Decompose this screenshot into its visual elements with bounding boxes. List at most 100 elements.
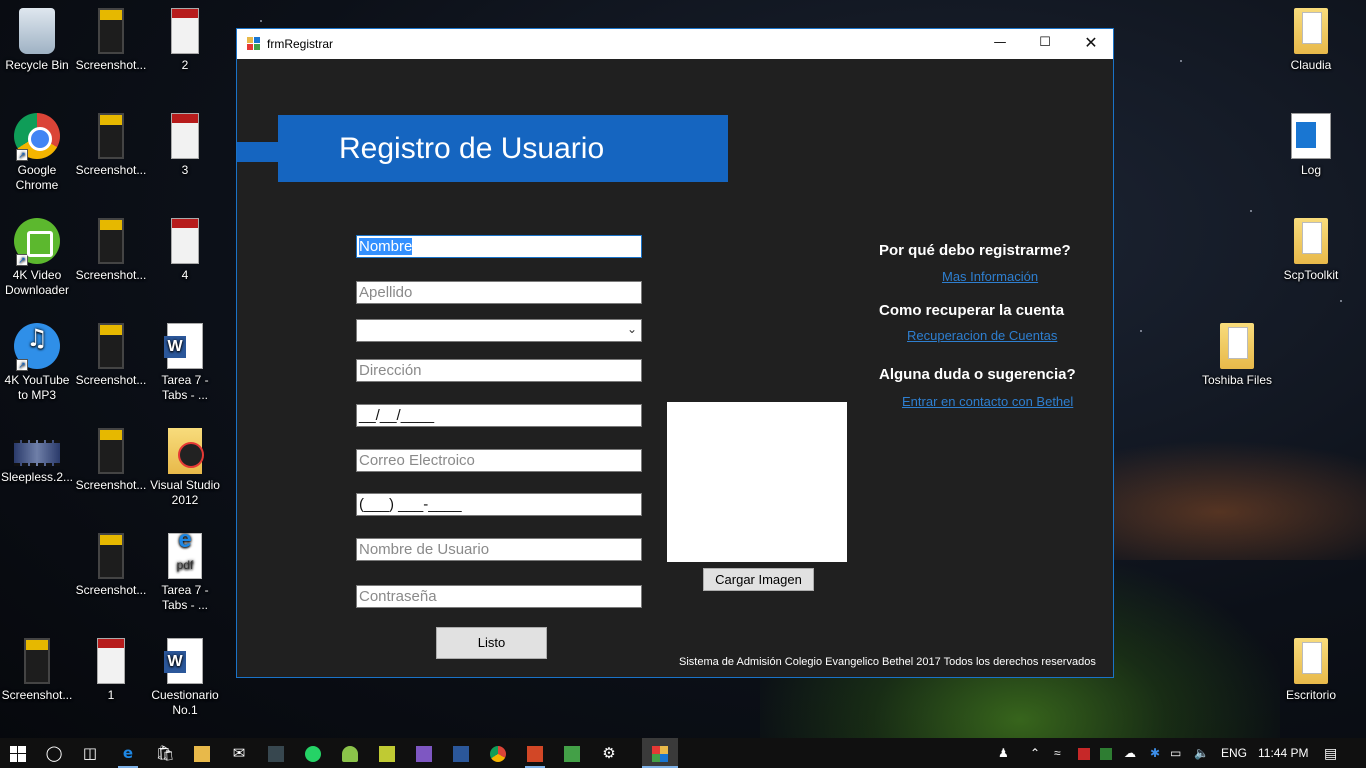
profile-image-box [667, 402, 847, 562]
desktop-icon-screenshot-3[interactable]: Screenshot... [74, 218, 148, 283]
direccion-field[interactable]: Dirección [356, 359, 642, 382]
listo-button[interactable]: Listo [436, 627, 547, 659]
contrasena-field[interactable]: Contraseña [356, 585, 642, 608]
fecha-masked-field[interactable]: __/__/____ [356, 404, 642, 427]
action-center-icon[interactable]: ▤ [1324, 738, 1337, 768]
shield-icon[interactable] [1100, 738, 1112, 768]
contact-bethel-link[interactable]: Entrar en contacto con Bethel [902, 394, 1073, 409]
android-taskbar-icon[interactable] [332, 738, 368, 768]
red-document-icon [97, 638, 125, 684]
desktop-icon-2[interactable]: 2 [148, 8, 222, 73]
start-button[interactable] [0, 738, 36, 768]
whatsapp-taskbar-icon[interactable] [295, 738, 331, 768]
volume-muted-icon[interactable]: 🔈 [1194, 738, 1209, 768]
edge-taskbar-icon[interactable]: e [110, 738, 146, 768]
video-file-icon [14, 440, 60, 466]
desktop-icon-claudia[interactable]: Claudia [1274, 8, 1348, 73]
phone-screenshot-icon [98, 218, 124, 264]
more-info-link[interactable]: Mas Información [942, 269, 1038, 284]
phone-screenshot-icon [98, 428, 124, 474]
footer-copyright: Sistema de Admisión Colegio Evangelico B… [679, 656, 1096, 668]
desktop-icon-4k-video-downloader[interactable]: ↗ 4K Video Downloader [0, 218, 74, 298]
file-manager-taskbar-icon[interactable] [369, 738, 405, 768]
selection-combobox[interactable]: ⌄ [356, 319, 642, 342]
questions-heading: Alguna duda o sugerencia? [879, 366, 1076, 383]
desktop-icon-screenshot-7[interactable]: Screenshot... [0, 638, 74, 703]
desktop-icon-screenshot-1[interactable]: Screenshot... [74, 8, 148, 73]
desktop-icon-recycle-bin[interactable]: Recycle Bin [0, 8, 74, 73]
frmregistrar-taskbar-icon[interactable] [642, 738, 678, 768]
language-indicator[interactable]: ENG [1221, 738, 1247, 768]
why-register-heading: Por qué debo registrarme? [879, 242, 1071, 259]
settings-gear-icon[interactable]: ⚙ [591, 738, 627, 768]
wifi-icon[interactable]: ≈ [1054, 738, 1061, 768]
red-document-icon [171, 8, 199, 54]
recover-account-heading: Como recuperar la cuenta [879, 302, 1065, 319]
terminal-taskbar-icon[interactable] [258, 738, 294, 768]
phone-screenshot-icon [98, 8, 124, 54]
desktop-icon-screenshot-6[interactable]: Screenshot... [74, 533, 148, 598]
cargar-imagen-button[interactable]: Cargar Imagen [703, 568, 814, 591]
battery-icon[interactable]: ▭ [1170, 738, 1181, 768]
desktop-icon-google-chrome[interactable]: ↗ Google Chrome [0, 113, 74, 193]
word-taskbar-icon[interactable] [443, 738, 479, 768]
desktop-icon-screenshot-2[interactable]: Screenshot... [74, 113, 148, 178]
desktop-icon-1[interactable]: 1 [74, 638, 148, 703]
close-button[interactable]: ✕ [1068, 29, 1114, 59]
store-taskbar-icon[interactable]: 🛍 [147, 738, 183, 768]
recycle-bin-icon [19, 8, 55, 54]
antivirus-icon[interactable] [1078, 738, 1090, 768]
desktop-icon-4k-youtube-mp3[interactable]: ↗ 4K YouTube to MP3 [0, 323, 74, 403]
window-title: frmRegistrar [267, 37, 334, 51]
mail-taskbar-icon[interactable]: ✉ [221, 738, 257, 768]
desktop-icon-3[interactable]: 3 [148, 113, 222, 178]
chevron-up-icon[interactable]: ⌃ [1030, 738, 1040, 768]
desktop-icon-log[interactable]: Log [1274, 113, 1348, 178]
desktop-icon-cuestionario[interactable]: Cuestionario No.1 [148, 638, 222, 718]
minimize-button[interactable]: — [977, 29, 1023, 59]
usuario-field[interactable]: Nombre de Usuario [356, 538, 642, 561]
folder-icon [1294, 218, 1328, 264]
word-document-icon [164, 323, 203, 369]
powerpoint-taskbar-icon[interactable] [517, 738, 553, 768]
clock-time[interactable]: 11:44 PM [1258, 738, 1308, 768]
telefono-masked-field[interactable]: (___) ___-____ [356, 493, 642, 516]
phone-screenshot-icon [98, 533, 124, 579]
desktop-icon-escritorio[interactable]: Escritorio [1274, 638, 1348, 703]
desktop-icon-screenshot-5[interactable]: Screenshot... [74, 428, 148, 493]
app-form-icon [247, 37, 261, 51]
apellido-field[interactable]: Apellido [356, 281, 642, 304]
phone-screenshot-icon [24, 638, 50, 684]
title-bar[interactable]: frmRegistrar — ☐ ✕ [237, 29, 1113, 59]
windows-logo-icon [10, 745, 26, 762]
file-explorer-taskbar-icon[interactable] [184, 738, 220, 768]
desktop-icon-visual-studio-2012[interactable]: Visual Studio 2012 [148, 428, 222, 508]
desktop-icon-tarea7-word[interactable]: Tarea 7 - Tabs - ... [148, 323, 222, 403]
nombre-field[interactable]: Nombre [356, 235, 642, 258]
account-recovery-link[interactable]: Recuperacion de Cuentas [907, 328, 1057, 343]
folder-icon [1294, 638, 1328, 684]
visual-studio-taskbar-icon[interactable] [406, 738, 442, 768]
desktop-icon-sleepless[interactable]: Sleepless.2... [0, 428, 74, 485]
phone-screenshot-icon [98, 323, 124, 369]
bluetooth-icon[interactable]: ✱ [1150, 738, 1160, 768]
taskbar: ◯ ◫ e 🛍 ✉ ⚙ ♟ ⌃ ≈ ☁ ✱ ▭ 🔈 ENG 11:44 PM ▤ [0, 738, 1366, 768]
word-document-icon [164, 638, 203, 684]
4k-video-downloader-icon: ↗ [14, 218, 60, 266]
people-icon[interactable]: ♟ [998, 738, 1009, 768]
onedrive-cloud-icon[interactable]: ☁ [1124, 738, 1136, 768]
desktop-icon-screenshot-4[interactable]: Screenshot... [74, 323, 148, 388]
task-view-icon[interactable]: ◫ [72, 738, 108, 768]
maximize-button[interactable]: ☐ [1022, 29, 1068, 59]
4k-youtube-mp3-icon: ↗ [14, 323, 60, 371]
page-title: Registro de Usuario [278, 115, 728, 182]
desktop-icon-tarea7-pdf[interactable]: Tarea 7 - Tabs - ... [148, 532, 222, 613]
form-client-area: Registro de Usuario Nombre Apellido ⌄ Di… [237, 59, 1113, 677]
desktop-icon-scptoolkit[interactable]: ScpToolkit [1274, 218, 1348, 283]
app-green-taskbar-icon[interactable] [554, 738, 590, 768]
search-circle-icon[interactable]: ◯ [36, 738, 72, 768]
chrome-taskbar-icon[interactable] [480, 738, 516, 768]
desktop-icon-toshiba-files[interactable]: Toshiba Files [1194, 323, 1280, 388]
desktop-icon-4[interactable]: 4 [148, 218, 222, 283]
correo-field[interactable]: Correo Electroico [356, 449, 642, 472]
